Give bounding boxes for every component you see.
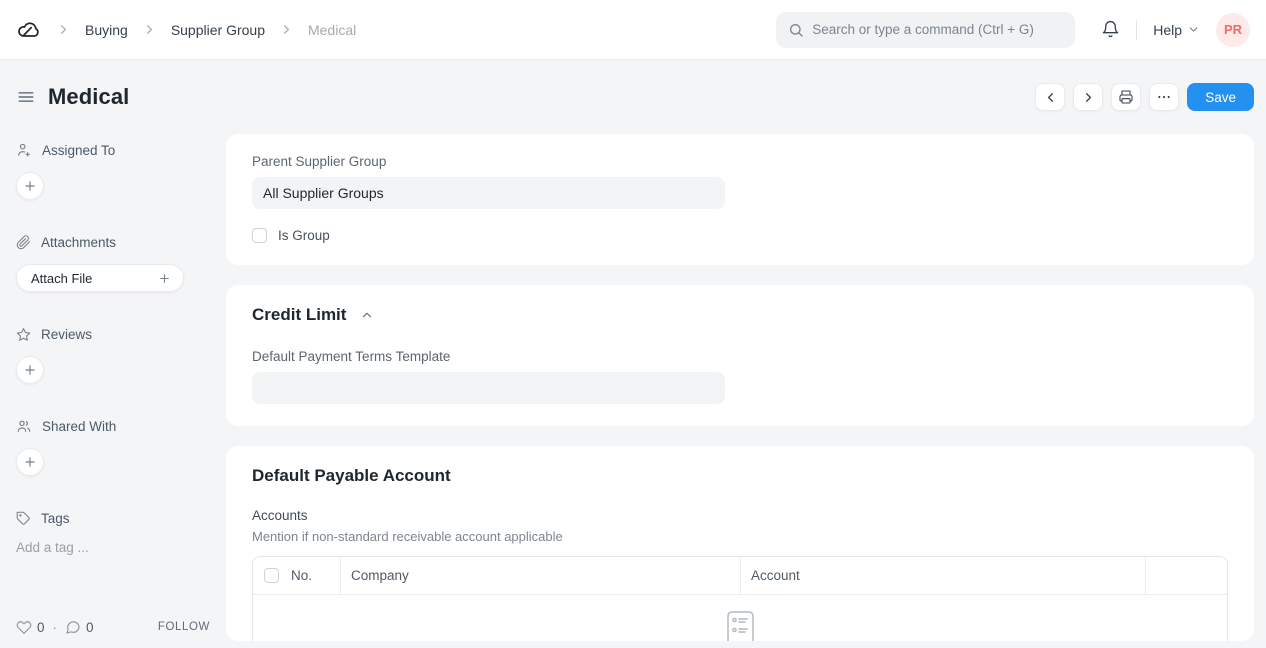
next-document-button[interactable] xyxy=(1073,83,1103,111)
page-header: Medical Save xyxy=(0,60,1266,134)
tags-label: Tags xyxy=(41,511,70,526)
page-title: Medical xyxy=(48,84,129,110)
app-logo-icon[interactable] xyxy=(16,17,42,43)
shared-with-section: Shared With xyxy=(16,418,210,476)
comment-icon xyxy=(65,619,81,635)
payable-account-section-card: Default Payable Account Accounts Mention… xyxy=(226,446,1254,641)
reviews-label: Reviews xyxy=(41,327,92,342)
chevron-right-icon xyxy=(56,22,71,37)
save-button[interactable]: Save xyxy=(1187,83,1254,111)
payment-terms-input[interactable] xyxy=(252,372,725,404)
accounts-grid: No. Company Account xyxy=(252,556,1228,641)
accounts-grid-header: No. Company Account xyxy=(253,557,1227,595)
comments-stat[interactable]: 0 xyxy=(65,619,94,635)
reviews-section: Reviews xyxy=(16,326,210,384)
heart-icon xyxy=(16,619,32,635)
breadcrumb-buying[interactable]: Buying xyxy=(85,22,128,38)
dot-separator: · xyxy=(53,620,58,635)
payable-account-title: Default Payable Account xyxy=(252,466,451,486)
tag-icon xyxy=(16,511,31,526)
notifications-bell-icon[interactable] xyxy=(1101,20,1120,39)
payment-terms-label: Default Payment Terms Template xyxy=(252,349,1228,364)
follow-button[interactable]: FOLLOW xyxy=(158,621,210,633)
accounts-description: Mention if non-standard receivable accou… xyxy=(252,529,1228,544)
global-search[interactable] xyxy=(776,12,1075,48)
assigned-to-label: Assigned To xyxy=(42,143,115,158)
paperclip-icon xyxy=(16,235,31,250)
menu-ellipsis-button[interactable] xyxy=(1149,83,1179,111)
help-menu[interactable]: Help xyxy=(1153,22,1200,38)
details-section-card: Parent Supplier Group All Supplier Group… xyxy=(226,134,1254,265)
tags-section: Tags Add a tag ... xyxy=(16,510,210,555)
attachments-label: Attachments xyxy=(41,235,116,250)
shared-with-label: Shared With xyxy=(42,419,116,434)
search-icon xyxy=(788,22,804,38)
star-icon xyxy=(16,327,31,342)
assign-user-icon xyxy=(16,142,32,158)
column-actions xyxy=(1146,557,1227,594)
breadcrumb-supplier-group[interactable]: Supplier Group xyxy=(171,22,265,38)
prev-document-button[interactable] xyxy=(1035,83,1065,111)
document-sidebar: Assigned To Attachments Attach File xyxy=(0,134,226,648)
accounts-label: Accounts xyxy=(252,508,1228,523)
chevron-right-icon xyxy=(279,22,294,37)
likes-stat[interactable]: 0 xyxy=(16,619,45,635)
top-navbar: Buying Supplier Group Medical Help xyxy=(0,0,1266,60)
users-icon xyxy=(16,418,32,434)
parent-supplier-group-input[interactable]: All Supplier Groups xyxy=(252,177,725,209)
is-group-checkbox[interactable] xyxy=(252,228,267,243)
search-input[interactable] xyxy=(812,22,1063,37)
help-label: Help xyxy=(1153,22,1182,38)
attachments-section: Attachments Attach File xyxy=(16,234,210,292)
chevron-up-icon xyxy=(360,308,374,322)
breadcrumb-current: Medical xyxy=(308,22,356,38)
chevron-right-icon xyxy=(142,22,157,37)
credit-limit-title: Credit Limit xyxy=(252,305,346,325)
add-tag-input[interactable]: Add a tag ... xyxy=(16,540,210,555)
is-group-label: Is Group xyxy=(278,228,330,243)
form-body: Parent Supplier Group All Supplier Group… xyxy=(226,134,1254,648)
user-avatar[interactable]: PR xyxy=(1216,13,1250,47)
empty-list-icon xyxy=(727,611,754,641)
column-account: Account xyxy=(741,557,1146,594)
add-assignment-button[interactable] xyxy=(16,172,44,200)
assigned-to-section: Assigned To xyxy=(16,142,210,200)
likes-count: 0 xyxy=(37,620,45,635)
credit-limit-section-card: Credit Limit Default Payment Terms Templ… xyxy=(226,285,1254,426)
attach-file-button[interactable]: Attach File xyxy=(16,264,184,292)
parent-supplier-group-label: Parent Supplier Group xyxy=(252,154,1228,169)
comments-count: 0 xyxy=(86,620,94,635)
sidebar-toggle-icon[interactable] xyxy=(16,87,36,107)
navbar-divider xyxy=(1136,20,1137,40)
credit-limit-section-toggle[interactable]: Credit Limit xyxy=(252,305,1228,325)
print-button[interactable] xyxy=(1111,83,1141,111)
add-share-button[interactable] xyxy=(16,448,44,476)
select-all-checkbox[interactable] xyxy=(264,568,279,583)
breadcrumb: Buying Supplier Group Medical xyxy=(16,17,356,43)
attach-file-label: Attach File xyxy=(31,271,92,286)
column-no: No. xyxy=(291,568,312,583)
accounts-grid-empty-state xyxy=(253,595,1227,641)
column-company: Company xyxy=(341,557,741,594)
document-stats: 0 · 0 FOLLOW xyxy=(16,619,210,635)
add-review-button[interactable] xyxy=(16,356,44,384)
chevron-down-icon xyxy=(1187,23,1200,36)
plus-icon xyxy=(158,272,171,285)
